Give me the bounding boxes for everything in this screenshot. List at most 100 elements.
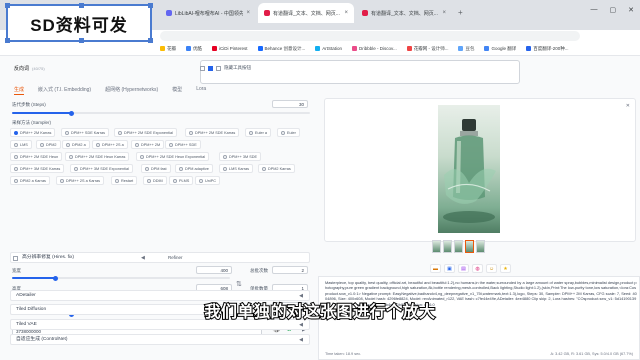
radio-icon (14, 142, 18, 147)
tab-title: 有道翻译_文本、文档、网页... (371, 10, 438, 17)
sampler-option[interactable]: DPM++ 2M SDE Heun (10, 152, 63, 161)
radio-icon (74, 166, 78, 171)
bookmark-item[interactable]: 豆包 (458, 46, 474, 52)
bookmark-item[interactable]: Dribbble - Discov... (352, 46, 397, 51)
browser-tab-active[interactable]: 有道翻译_文本、文档、网页... × (258, 3, 354, 23)
sampler-option[interactable]: DPM++ 3M SDE (219, 152, 262, 161)
zip-icon[interactable]: ▤ (458, 264, 469, 273)
bookmark-item[interactable]: 花瓣 (160, 46, 176, 52)
sampler-option[interactable]: LMS Karras (219, 164, 254, 173)
width-slider-knob[interactable] (53, 275, 59, 281)
close-window-icon[interactable]: ✕ (628, 6, 634, 14)
sampler-option[interactable]: DPM++ SDE Karras (61, 128, 109, 137)
tab-embedding[interactable]: 嵌入式 (T.I. Embedding) (38, 86, 91, 95)
bookmark-item[interactable]: ArtStation (315, 46, 342, 51)
thumbnail[interactable] (454, 240, 463, 253)
radio-icon (118, 130, 122, 135)
sampler-option[interactable]: DDIM (143, 176, 167, 185)
radio-icon (223, 166, 227, 171)
new-tab-icon[interactable]: + (458, 8, 463, 17)
sampler-option[interactable]: UniPC (195, 176, 220, 185)
close-tab-icon[interactable]: × (344, 10, 348, 16)
sampler-option[interactable]: DPM++ 2M Karras (10, 128, 56, 137)
sampler-option[interactable]: DPM++ 2M SDE Exponential (114, 128, 177, 137)
negative-prompt-input[interactable] (200, 60, 520, 84)
tab-model[interactable]: 模型 (172, 86, 182, 95)
hires-checkbox[interactable] (13, 256, 18, 261)
palette-icon[interactable]: ◍ (472, 264, 483, 273)
refiner-label[interactable]: Refiner (168, 255, 183, 260)
controlnet-section[interactable]: 自适应生成 (ControlNet) ◀ (10, 334, 310, 345)
hires-fix-section[interactable]: 高分辨率修复 (Hires. fix) ◀ (10, 252, 310, 263)
radio-icon (14, 130, 18, 135)
bookmark-item[interactable]: Google 翻译 (484, 46, 516, 52)
memory-usage: A: 3.42 GB, R: 3.61 GB, Sys: 5.0/4.0 GB … (550, 352, 633, 356)
sampler-label: DPM++ 2M Karras (20, 130, 52, 135)
sampler-option[interactable]: DPM++ 2S a Karras (56, 176, 104, 185)
save-icon[interactable]: ▣ (444, 264, 455, 273)
tab-lora[interactable]: Lora (196, 86, 206, 95)
sampler-option[interactable]: Restart (111, 176, 138, 185)
omnibox[interactable] (160, 31, 580, 41)
star-icon[interactable]: ★ (500, 264, 511, 273)
sampler-label: DPM++ 2M SDE Karras (195, 130, 236, 135)
sampler-option[interactable]: DPM2 a (62, 140, 90, 149)
radio-icon (66, 142, 70, 147)
resize-handle (148, 3, 153, 8)
sampler-option[interactable]: DPM++ 2S a (92, 140, 128, 149)
sampler-label: DPM++ 2M (141, 142, 161, 147)
minimize-icon[interactable]: — (591, 6, 598, 14)
tab-generate[interactable]: 生成 (14, 86, 25, 95)
sampler-option[interactable]: DPM2 a Karras (10, 176, 50, 185)
close-image-icon[interactable]: ✕ (626, 103, 630, 109)
thumbnail[interactable] (432, 240, 441, 253)
generated-image[interactable] (438, 105, 500, 233)
width-slider[interactable] (12, 275, 230, 281)
steps-input[interactable]: 30 (272, 100, 308, 108)
resize-handle (5, 38, 10, 43)
sampler-label: UniPC (205, 178, 216, 183)
tab-hypernetworks[interactable]: 超网络 (Hypernetworks) (105, 86, 158, 95)
sampler-option[interactable]: DPM2 Karras (258, 164, 295, 173)
sampler-option[interactable]: PLMS (169, 176, 194, 185)
thumbnail[interactable] (443, 240, 452, 253)
checkbox[interactable] (200, 65, 205, 71)
browser-tab[interactable]: LibLibAI-哩布哩布AI - 中国领先... × (160, 3, 256, 23)
browser-tab[interactable]: 有道翻译_文本、文档、网页... × (356, 3, 452, 23)
sampler-option[interactable]: Euler (277, 128, 300, 137)
perfume-bottle-illustration (443, 119, 496, 223)
close-tab-icon[interactable]: × (442, 10, 446, 16)
thumbnail-selected[interactable] (465, 240, 474, 253)
sampler-option[interactable]: Euler a (245, 128, 272, 137)
resize-handle (79, 3, 84, 8)
close-tab-icon[interactable]: × (246, 10, 250, 16)
batch-count-input[interactable]: 2 (272, 266, 308, 274)
emoji-icon[interactable]: ☺ (486, 264, 497, 273)
folder-icon[interactable]: ▬ (430, 264, 441, 273)
sampler-option[interactable]: DPM++ 3M SDE Exponential (70, 164, 133, 173)
sampler-option[interactable]: DPM2 (36, 140, 61, 149)
checkbox[interactable] (208, 65, 213, 71)
steps-slider-knob[interactable] (69, 110, 75, 116)
bookmark-item[interactable]: iCiDi Pinterest (212, 46, 248, 51)
sampler-option[interactable]: DPM++ 2M (131, 140, 165, 149)
swap-dimensions-icon[interactable]: ⇅ (236, 280, 242, 288)
bookmark-item[interactable]: 百度翻译-200种... (526, 46, 569, 52)
sampler-option[interactable]: LMS (10, 140, 32, 149)
sampler-option[interactable]: DPM++ 2M SDE Heun Exponential (136, 152, 210, 161)
maximize-icon[interactable]: ▢ (610, 6, 617, 14)
sampler-option[interactable]: DPM++ 3M SDE Karras (10, 164, 65, 173)
sampler-option[interactable]: DPM++ SDE (165, 140, 201, 149)
sampler-option[interactable]: DPM++ 2M SDE Heun Karras (65, 152, 130, 161)
bookmark-item[interactable]: 优酷 (186, 46, 202, 52)
bookmark-item[interactable]: 花瓣网 - 设计师... (406, 46, 448, 52)
sampler-option[interactable]: DPM adaptive (175, 164, 213, 173)
tab-title: LibLibAI-哩布哩布AI - 中国领先... (175, 10, 244, 17)
sampler-option[interactable]: DPM fast (141, 164, 171, 173)
steps-slider[interactable] (12, 110, 310, 116)
thumbnail[interactable] (476, 240, 485, 253)
checkbox[interactable] (216, 65, 221, 71)
sampler-option[interactable]: DPM++ 2M SDE Karras (185, 128, 240, 137)
width-input[interactable]: 400 (196, 266, 232, 274)
bookmark-item[interactable]: Behance 创意设计... (257, 46, 305, 52)
